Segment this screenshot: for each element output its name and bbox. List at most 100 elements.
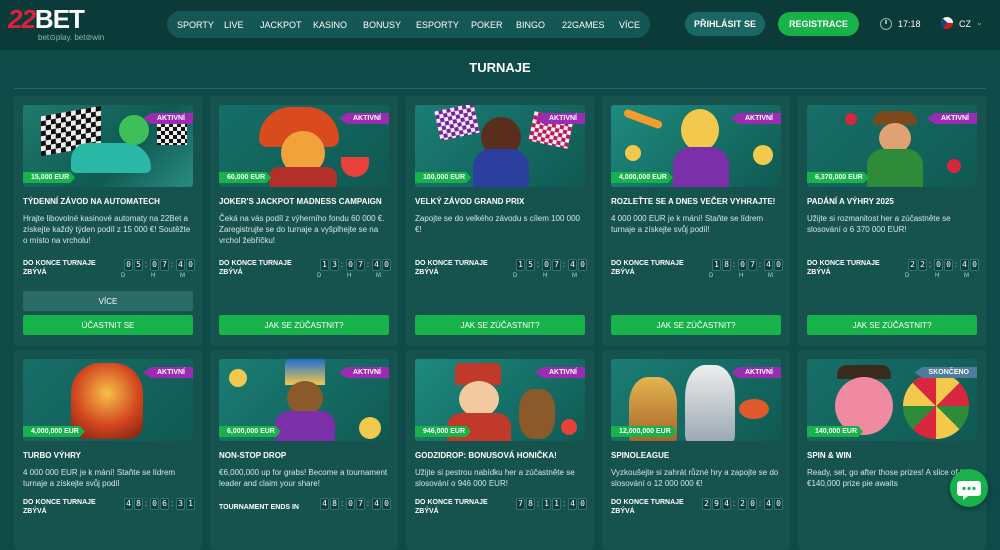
tournament-banner[interactable]: AKTIVNÍ 12,000,000 EUR — [611, 359, 781, 441]
prize-amount: 15,000 EUR — [23, 172, 75, 183]
tournament-banner[interactable]: AKTIVNÍ 15,000 EUR — [23, 105, 193, 187]
tournament-banner[interactable]: AKTIVNÍ 946,000 EUR — [415, 359, 585, 441]
nav-vice[interactable]: VÍCE — [619, 20, 649, 30]
digit: 0 — [934, 259, 943, 271]
card-title: ROZLEŤTE SE A DNES VEČER VYHRAJTE! — [611, 197, 776, 206]
logo-tagline: bet⊙play. bet⊘win — [38, 33, 105, 42]
logo-word: BET — [34, 4, 85, 34]
countdown: TOURNAMENT ENDS IN 48:07:40 — [219, 498, 391, 522]
language-selector[interactable]: CZ — [959, 19, 971, 29]
digit: 8 — [722, 259, 731, 271]
card-title: TÝDENNÍ ZÁVOD NA AUTOMATECH — [23, 197, 160, 206]
card-title: PADÁNÍ A VÝHRY 2025 — [807, 197, 894, 206]
tournament-banner[interactable]: SKONČENO 140,000 EUR — [807, 359, 977, 441]
chat-button[interactable] — [950, 469, 988, 507]
tournament-card[interactable]: AKTIVNÍ 946,000 EUR GODZIDROP: BONUSOVÁ … — [406, 350, 594, 550]
timer-label: DO KONCE TURNAJE ZBÝVÁ — [23, 260, 96, 276]
unit-minutes: M — [768, 273, 773, 279]
current-time: 17:18 — [898, 19, 921, 29]
tournament-card[interactable]: AKTIVNÍ 4,000,000 EUR ROZLEŤTE SE A DNES… — [602, 96, 790, 346]
digit: 4 — [124, 498, 133, 510]
prize-amount: 60,000 EUR — [219, 172, 271, 183]
digit: 4 — [568, 498, 577, 510]
prize-amount: 12,000,000 EUR — [611, 426, 677, 437]
digit: 8 — [526, 498, 535, 510]
tournament-banner[interactable]: AKTIVNÍ 60,000 EUR — [219, 105, 389, 187]
prize-amount: 4,000,000 EUR — [23, 426, 85, 437]
how-to-join-button[interactable]: JAK SE ZÚČASTNIT? — [611, 315, 781, 335]
nav-jackpot[interactable]: JACKPOT — [260, 20, 313, 30]
timer-label: DO KONCE TURNAJE ZBÝVÁ — [415, 260, 488, 276]
unit-minutes: M — [964, 273, 969, 279]
login-button[interactable]: PŘIHLÁSIT SE — [685, 12, 765, 36]
nav-kasino[interactable]: KASINO — [313, 20, 363, 30]
nav-sporty[interactable]: SPORTY — [177, 20, 224, 30]
digit: 1 — [186, 498, 195, 510]
countdown: DO KONCE TURNAJE ZBÝVÁ 15:07:40 D H M — [415, 259, 587, 283]
digit: 0 — [944, 259, 953, 271]
tournament-card[interactable]: AKTIVNÍ 100,000 EUR VELKÝ ZÁVOD GRAND PR… — [406, 96, 594, 346]
more-button[interactable]: VÍCE — [23, 291, 193, 311]
countdown: DO KONCE TURNAJE ZBÝVÁ 18:07:40 D H M — [611, 259, 783, 283]
unit-hours: H — [935, 273, 940, 279]
digit: 4 — [372, 498, 381, 510]
tournament-card[interactable]: AKTIVNÍ 6,370,000 EUR PADÁNÍ A VÝHRY 202… — [798, 96, 986, 346]
status-badge: AKTIVNÍ — [143, 367, 193, 378]
brand-logo[interactable]: 22BET bet⊙play. bet⊘win — [8, 6, 128, 44]
tournament-card[interactable]: AKTIVNÍ 15,000 EUR TÝDENNÍ ZÁVOD NA AUTO… — [14, 96, 202, 346]
card-description: Užijte si rozmanitost her a zúčastněte s… — [807, 214, 951, 234]
join-button[interactable]: ÚČASTNIT SE — [23, 315, 193, 335]
tournament-banner[interactable]: AKTIVNÍ 100,000 EUR — [415, 105, 585, 187]
tournament-banner[interactable]: AKTIVNÍ 6,000,000 EUR — [219, 359, 389, 441]
clock-icon — [880, 18, 892, 30]
page-title: TURNAJE — [469, 60, 531, 75]
timer-label: DO KONCE TURNAJE ZBÝVÁ — [415, 499, 488, 515]
tournament-card[interactable]: AKTIVNÍ 4,000,000 EUR TURBO VÝHRY 4 000 … — [14, 350, 202, 550]
how-to-join-button[interactable]: JAK SE ZÚČASTNIT? — [807, 315, 977, 335]
digit: 0 — [150, 259, 159, 271]
unit-days: D — [513, 273, 518, 279]
card-title: JOKER'S JACKPOT MADNESS CAMPAIGN — [219, 197, 382, 206]
czech-flag-icon[interactable] — [941, 17, 953, 29]
nav-bonusy[interactable]: BONUSY — [363, 20, 416, 30]
tournament-card[interactable]: AKTIVNÍ 6,000,000 EUR NON-STOP DROP €6,0… — [210, 350, 398, 550]
digit: 0 — [346, 259, 355, 271]
card-description: 4 000 000 EUR je k mání! Staňte se lídre… — [611, 214, 764, 234]
tournament-banner[interactable]: AKTIVNÍ 4,000,000 EUR — [23, 359, 193, 441]
digit: 4 — [764, 259, 773, 271]
nav-esporty[interactable]: ESPORTY — [416, 20, 471, 30]
nav-poker[interactable]: POKER — [471, 20, 516, 30]
digit: 1 — [516, 259, 525, 271]
nav-live[interactable]: LIVE — [224, 20, 260, 30]
timer-label: DO KONCE TURNAJE ZBÝVÁ — [807, 260, 880, 276]
tournament-banner[interactable]: AKTIVNÍ 6,370,000 EUR — [807, 105, 977, 187]
nav-bingo[interactable]: BINGO — [516, 20, 562, 30]
card-description: €6,000,000 up for grabs! Become a tourna… — [219, 468, 388, 488]
digit: 0 — [346, 498, 355, 510]
digit: 7 — [356, 259, 365, 271]
digit: 2 — [702, 498, 711, 510]
tournament-card[interactable]: AKTIVNÍ 60,000 EUR JOKER'S JACKPOT MADNE… — [210, 96, 398, 346]
card-description: Hrajte libovolné kasinové automaty na 22… — [23, 214, 191, 245]
unit-hours: H — [543, 273, 548, 279]
how-to-join-button[interactable]: JAK SE ZÚČASTNIT? — [415, 315, 585, 335]
tournament-card[interactable]: AKTIVNÍ 12,000,000 EUR SPINOLEAGUE Vyzko… — [602, 350, 790, 550]
timer-label: DO KONCE TURNAJE ZBÝVÁ — [23, 499, 96, 515]
nav-22games[interactable]: 22GAMES — [562, 20, 619, 30]
digit: 2 — [738, 498, 747, 510]
how-to-join-button[interactable]: JAK SE ZÚČASTNIT? — [219, 315, 389, 335]
digit: 0 — [970, 259, 979, 271]
card-description: 4 000 000 EUR je k mání! Staňte se lídre… — [23, 468, 176, 488]
card-title: GODZIDROP: BONUSOVÁ HONIČKA! — [415, 451, 557, 460]
digit: 4 — [568, 259, 577, 271]
prize-amount: 6,000,000 EUR — [219, 426, 281, 437]
register-button[interactable]: REGISTRACE — [778, 12, 859, 36]
tournament-card[interactable]: SKONČENO 140,000 EUR SPIN & WIN Ready, s… — [798, 350, 986, 550]
digit: 7 — [516, 498, 525, 510]
unit-minutes: M — [376, 273, 381, 279]
chevron-down-icon[interactable]: ⌄ — [976, 18, 983, 27]
unit-days: D — [709, 273, 714, 279]
tournament-banner[interactable]: AKTIVNÍ 4,000,000 EUR — [611, 105, 781, 187]
digit: 1 — [320, 259, 329, 271]
unit-minutes: M — [572, 273, 577, 279]
